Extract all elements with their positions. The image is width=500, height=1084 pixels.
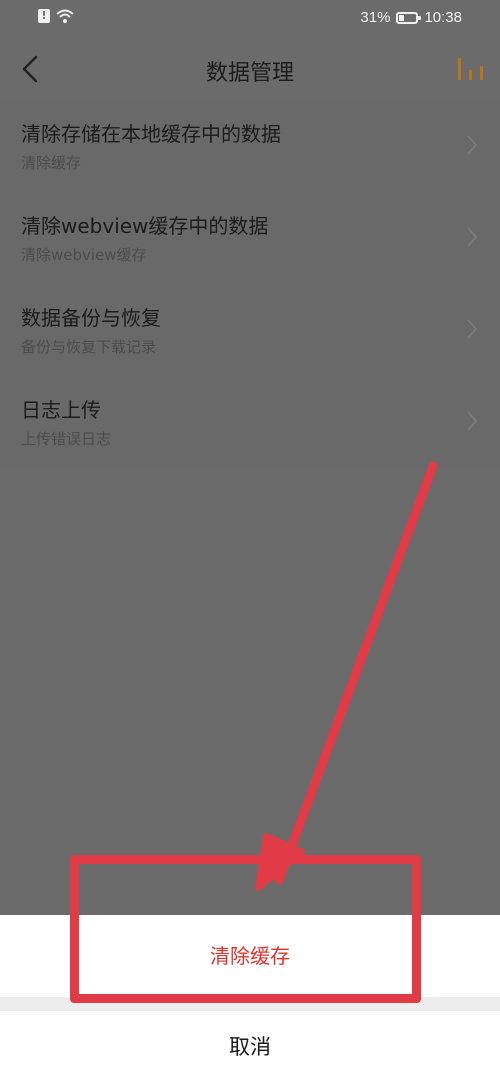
battery-icon — [396, 11, 422, 24]
chevron-right-icon — [467, 135, 478, 155]
status-left: ! — [38, 9, 74, 23]
page-title: 数据管理 — [205, 61, 294, 86]
item-subtitle: 上传错误日志 — [21, 430, 112, 448]
alert-icon: ! — [38, 9, 50, 23]
navigation-bar: 数据管理 — [0, 38, 500, 100]
status-right: 31% 10:38 — [360, 9, 462, 26]
paw-icon — [426, 1047, 448, 1065]
battery-cap — [418, 15, 422, 20]
battery-percent: 31% — [360, 9, 391, 26]
bar-chart-icon[interactable] — [456, 54, 486, 82]
watermark: Bai 经验 — [390, 1041, 490, 1070]
item-subtitle: 清除webview缓存 — [21, 246, 147, 264]
annotation-highlight-box — [70, 855, 421, 1003]
item-title: 清除存储在本地缓存中的数据 — [21, 122, 281, 146]
list-item-log-upload[interactable]: 日志上传 上传错误日志 — [0, 376, 500, 468]
chevron-right-icon — [467, 227, 478, 247]
battery-fill — [399, 14, 405, 21]
chevron-right-icon — [467, 319, 478, 339]
watermark-url: jingyan.baidu.com — [415, 1070, 488, 1080]
settings-list: 清除存储在本地缓存中的数据 清除缓存 清除webview缓存中的数据 清除web… — [0, 100, 500, 468]
item-title: 日志上传 — [21, 398, 101, 422]
list-item-clear-webview-cache[interactable]: 清除webview缓存中的数据 清除webview缓存 — [0, 192, 500, 284]
item-subtitle: 备份与恢复下载记录 — [21, 338, 157, 356]
annotation-arrow-shaft — [274, 461, 438, 885]
clock: 10:38 — [424, 9, 462, 26]
list-item-backup-restore[interactable]: 数据备份与恢复 备份与恢复下载记录 — [0, 284, 500, 376]
watermark-brand: Bai — [389, 1041, 425, 1069]
item-title: 数据备份与恢复 — [21, 306, 161, 330]
watermark-suffix: 经验 — [450, 1047, 490, 1069]
item-title: 清除webview缓存中的数据 — [21, 214, 269, 238]
status-bar: ! 31% 10:38 — [0, 0, 500, 38]
wifi-icon — [56, 9, 74, 23]
item-subtitle: 清除缓存 — [21, 154, 82, 172]
list-item-clear-local-cache[interactable]: 清除存储在本地缓存中的数据 清除缓存 — [0, 100, 500, 192]
chevron-right-icon — [467, 411, 478, 431]
